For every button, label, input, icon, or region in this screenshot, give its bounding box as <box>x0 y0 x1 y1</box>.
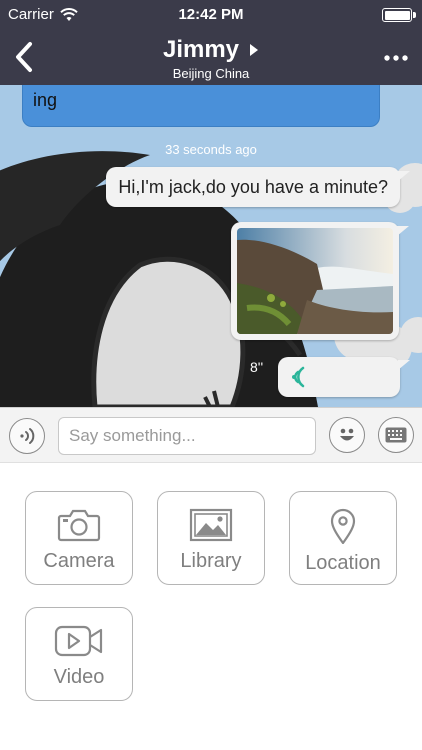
voice-toggle-button[interactable] <box>9 418 45 454</box>
voice-wave-icon <box>292 366 305 388</box>
contact-name: Jimmy <box>162 36 240 63</box>
chat-area[interactable]: ing 33 seconds ago Hi,I'm jack,do you ha… <box>0 85 422 407</box>
more-dots-icon <box>384 55 408 61</box>
location-pin-icon <box>330 508 356 544</box>
voice-duration: 8'' <box>250 359 264 375</box>
status-time: 12:42 PM <box>178 6 244 23</box>
sent-text-bubble[interactable]: Hi,I'm jack,do you have a minute? <box>106 167 400 207</box>
sent-image-bubble[interactable] <box>231 222 399 340</box>
voice-icon <box>20 428 35 444</box>
emoji-button[interactable] <box>329 417 365 453</box>
video-option[interactable]: Video <box>25 607 133 701</box>
bubble-tail-icon <box>398 360 410 370</box>
image-library-icon <box>189 508 233 542</box>
library-label: Library <box>180 550 242 572</box>
nav-bar: Jimmy Beijing China <box>0 30 422 85</box>
message-input[interactable] <box>58 417 316 455</box>
received-message-text: ing <box>33 90 58 110</box>
bubble-tail-icon <box>397 226 409 236</box>
keyboard-button[interactable] <box>378 417 414 453</box>
message-timestamp: 33 seconds ago <box>165 142 257 157</box>
battery-icon <box>382 8 416 22</box>
camera-label: Camera <box>43 550 115 572</box>
waterfall-photo <box>237 228 393 334</box>
received-message-bubble[interactable]: ing <box>22 85 380 127</box>
library-option[interactable]: Library <box>157 491 265 585</box>
more-button[interactable] <box>384 50 408 61</box>
keyboard-icon <box>385 427 407 443</box>
status-bar: Carrier 12:42 PM <box>0 0 422 30</box>
location-label: Location <box>305 552 381 574</box>
message-input-bar <box>0 407 422 463</box>
contact-header[interactable]: Jimmy Beijing China <box>100 36 322 81</box>
camera-option[interactable]: Camera <box>25 491 133 585</box>
location-option[interactable]: Location <box>289 491 397 585</box>
sent-voice-bubble[interactable] <box>278 357 400 397</box>
video-label: Video <box>53 666 105 688</box>
smiley-icon <box>340 428 354 441</box>
contact-location: Beijing China <box>172 66 250 81</box>
camera-icon <box>57 509 101 542</box>
back-button[interactable] <box>10 40 40 74</box>
attachment-panel: Camera Library Location Video <box>0 463 422 750</box>
contact-title: Jimmy <box>163 36 259 64</box>
video-camera-icon <box>54 625 103 657</box>
play-arrow-icon <box>250 44 259 56</box>
sent-message-text: Hi,I'm jack,do you have a minute? <box>118 177 388 197</box>
chevron-left-icon <box>16 42 32 72</box>
bubble-tail-icon <box>398 171 410 181</box>
